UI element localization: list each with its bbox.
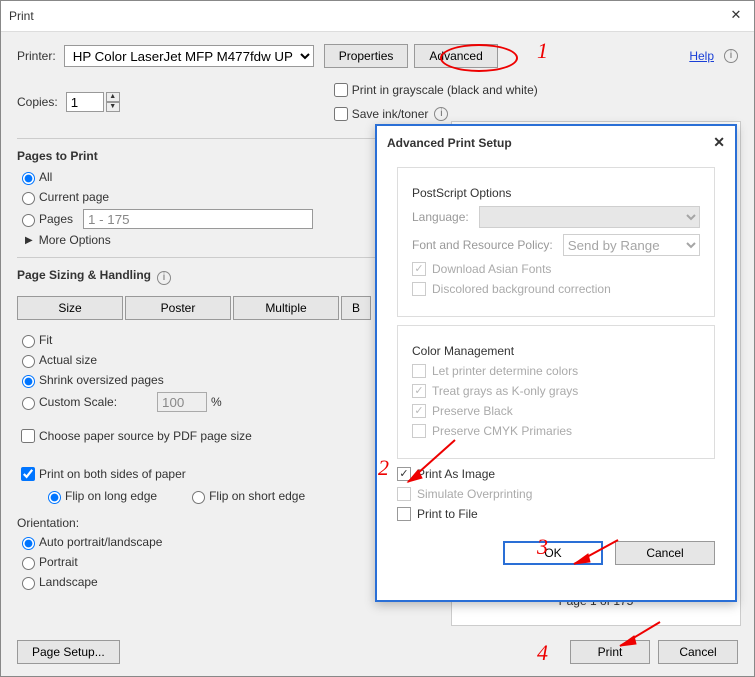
orient-landscape-radio[interactable] bbox=[22, 577, 35, 590]
chevron-right-icon: ▶ bbox=[25, 235, 33, 246]
fit-radio[interactable] bbox=[22, 335, 35, 348]
customscale-pct: % bbox=[211, 395, 222, 409]
annotation-3: 3 bbox=[537, 534, 548, 560]
flipshort-label: Flip on short edge bbox=[209, 489, 305, 503]
orient-portrait-label: Portrait bbox=[39, 555, 78, 569]
orient-auto-radio[interactable] bbox=[22, 537, 35, 550]
duplex-checkbox[interactable] bbox=[21, 467, 35, 481]
printer-label: Printer: bbox=[17, 49, 56, 63]
customscale-label: Custom Scale: bbox=[39, 395, 117, 409]
sizing-heading: Page Sizing & Handling bbox=[17, 268, 151, 282]
annotation-4: 4 bbox=[537, 640, 548, 666]
letprinter-checkbox bbox=[412, 364, 426, 378]
pages-range-input[interactable] bbox=[83, 209, 313, 229]
annotation-ellipse bbox=[440, 44, 518, 72]
preserveblack-checkbox bbox=[412, 404, 426, 418]
fit-label: Fit bbox=[39, 333, 52, 347]
orient-auto-label: Auto portrait/landscape bbox=[39, 535, 162, 549]
fontpolicy-select: Send by Range bbox=[563, 234, 700, 256]
treatgrays-checkbox bbox=[412, 384, 426, 398]
copies-input[interactable] bbox=[66, 92, 104, 112]
pages-all-label: All bbox=[39, 170, 52, 184]
choosepaper-checkbox[interactable] bbox=[21, 429, 35, 443]
tab-multiple[interactable]: Multiple bbox=[233, 296, 339, 320]
ps-options-heading: PostScript Options bbox=[412, 186, 700, 200]
pages-current-radio[interactable] bbox=[22, 192, 35, 205]
pages-current-label: Current page bbox=[39, 190, 109, 204]
download-asian-label: Download Asian Fonts bbox=[432, 262, 551, 276]
language-select bbox=[479, 206, 700, 228]
download-asian-checkbox bbox=[412, 262, 426, 276]
printer-select[interactable]: HP Color LaserJet MFP M477fdw UPD PCL 6 bbox=[64, 45, 314, 67]
saveink-info-icon[interactable]: i bbox=[434, 107, 448, 121]
pages-all-radio[interactable] bbox=[22, 172, 35, 185]
colormgmt-heading: Color Management bbox=[412, 344, 700, 358]
properties-button[interactable]: Properties bbox=[324, 44, 409, 68]
help-link[interactable]: Help bbox=[689, 49, 714, 63]
duplex-label: Print on both sides of paper bbox=[39, 467, 186, 481]
grayscale-checkbox[interactable] bbox=[334, 83, 348, 97]
grayscale-label: Print in grayscale (black and white) bbox=[352, 83, 538, 97]
shrink-radio[interactable] bbox=[22, 375, 35, 388]
flipshort-radio[interactable] bbox=[192, 491, 205, 504]
orient-landscape-label: Landscape bbox=[39, 575, 98, 589]
customscale-input[interactable] bbox=[157, 392, 207, 412]
pages-range-label: Pages bbox=[39, 212, 73, 226]
sizing-info-icon[interactable]: i bbox=[157, 271, 171, 285]
advanced-title: Advanced Print Setup bbox=[387, 136, 512, 150]
letprinter-label: Let printer determine colors bbox=[432, 364, 578, 378]
tab-booklet[interactable]: B bbox=[341, 296, 371, 320]
advanced-close-icon[interactable]: ✕ bbox=[713, 134, 725, 151]
printtofile-label: Print to File bbox=[417, 507, 478, 521]
shrink-label: Shrink oversized pages bbox=[39, 373, 164, 387]
saveink-label: Save ink/toner bbox=[352, 107, 429, 121]
print-titlebar: Print ✕ bbox=[1, 1, 754, 32]
annotation-arrow-2 bbox=[400, 440, 460, 490]
fontpolicy-label: Font and Resource Policy: bbox=[412, 238, 553, 252]
discolored-checkbox bbox=[412, 282, 426, 296]
choosepaper-label: Choose paper source by PDF page size bbox=[39, 429, 252, 443]
preservecmyk-checkbox bbox=[412, 424, 426, 438]
print-title: Print bbox=[9, 9, 34, 23]
annotation-arrow-3 bbox=[568, 540, 628, 570]
annotation-arrow-4 bbox=[620, 622, 680, 652]
saveink-checkbox[interactable] bbox=[334, 107, 348, 121]
language-label: Language: bbox=[412, 210, 469, 224]
advanced-cancel-button[interactable]: Cancel bbox=[615, 541, 715, 565]
discolored-label: Discolored background correction bbox=[432, 282, 611, 296]
copies-label: Copies: bbox=[17, 95, 58, 109]
pages-range-radio[interactable] bbox=[22, 214, 35, 227]
page-setup-button[interactable]: Page Setup... bbox=[17, 640, 120, 664]
preservecmyk-label: Preserve CMYK Primaries bbox=[432, 424, 572, 438]
actual-label: Actual size bbox=[39, 353, 97, 367]
advanced-dialog: Advanced Print Setup ✕ PostScript Option… bbox=[375, 124, 737, 602]
annotation-1: 1 bbox=[537, 38, 548, 64]
customscale-radio[interactable] bbox=[22, 397, 35, 410]
annotation-2: 2 bbox=[378, 455, 389, 481]
copies-spinner[interactable]: ▲ ▼ bbox=[66, 92, 120, 112]
fliplong-label: Flip on long edge bbox=[65, 489, 157, 503]
tab-poster[interactable]: Poster bbox=[125, 296, 231, 320]
spinner-down-icon[interactable]: ▼ bbox=[106, 102, 120, 112]
treatgrays-label: Treat grays as K-only grays bbox=[432, 384, 578, 398]
close-icon[interactable]: ✕ bbox=[726, 7, 746, 25]
fliplong-radio[interactable] bbox=[48, 491, 61, 504]
more-options-label: More Options bbox=[39, 233, 111, 247]
printtofile-checkbox[interactable] bbox=[397, 507, 411, 521]
actual-radio[interactable] bbox=[22, 355, 35, 368]
tab-size[interactable]: Size bbox=[17, 296, 123, 320]
preserveblack-label: Preserve Black bbox=[432, 404, 513, 418]
orient-portrait-radio[interactable] bbox=[22, 557, 35, 570]
spinner-up-icon[interactable]: ▲ bbox=[106, 92, 120, 102]
help-info-icon[interactable]: i bbox=[724, 49, 738, 63]
